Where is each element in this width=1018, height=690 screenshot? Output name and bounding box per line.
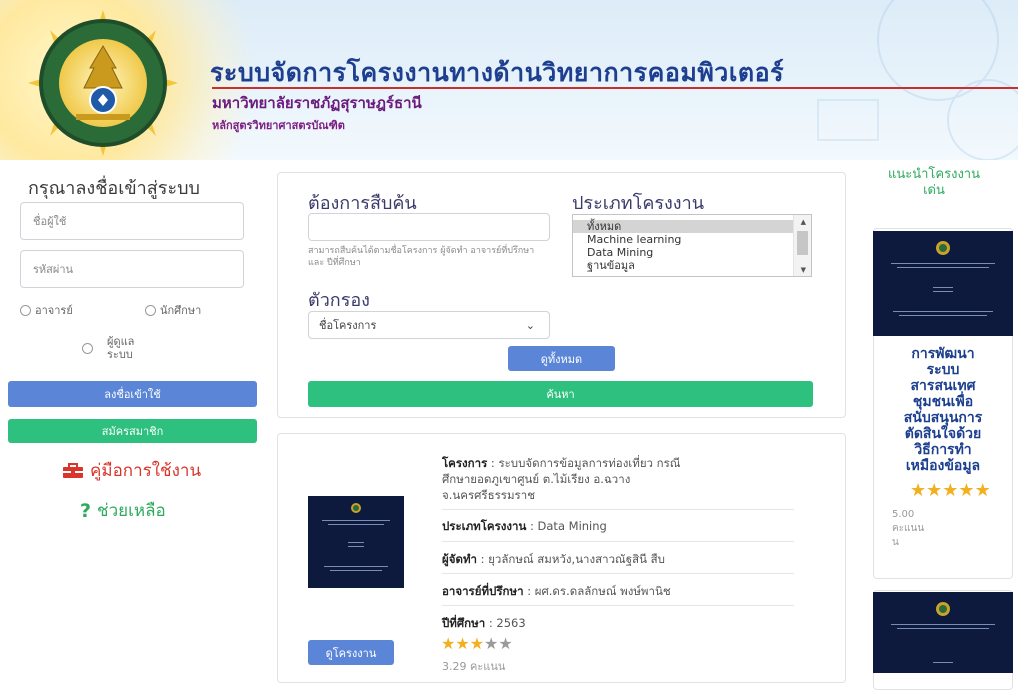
filter-selected-value: ชื่อโครงการ bbox=[319, 319, 377, 332]
filter-select[interactable]: ชื่อโครงการ ⌄ bbox=[308, 311, 550, 339]
project-year-label: ปีที่ศึกษา bbox=[442, 616, 486, 630]
project-type-label: ประเภทโครงงาน bbox=[572, 193, 705, 214]
recommend-title: แนะนำโครงงาน เด่น bbox=[850, 167, 1018, 199]
recommend-name-line: วิธีการทำ bbox=[914, 442, 972, 458]
view-project-button[interactable]: ดูโครงงาน bbox=[308, 640, 394, 665]
star-empty-icon: ★ bbox=[484, 634, 499, 653]
recommend-score-value: 5.00 bbox=[892, 509, 915, 520]
manual-link[interactable]: คู่มือการใช้งาน bbox=[62, 457, 201, 484]
radio-circle[interactable] bbox=[82, 342, 93, 354]
question-icon: ? bbox=[80, 499, 92, 522]
role-radio-admin[interactable]: ผู้ดูแล ระบบ bbox=[82, 335, 134, 361]
project-type-field-label: ประเภทโครงงาน bbox=[442, 519, 527, 533]
radio-circle[interactable] bbox=[145, 304, 156, 316]
scroll-down-icon[interactable]: ▼ bbox=[801, 266, 806, 274]
system-title: ระบบจัดการโครงงานทางด้านวิทยาการคอมพิวเต… bbox=[210, 58, 785, 87]
search-button[interactable]: ค้นหา bbox=[308, 381, 813, 407]
star-filled-icon: ★ bbox=[441, 634, 456, 653]
program-name: หลักสูตรวิทยาศาสตรบัณฑิต bbox=[212, 119, 345, 132]
search-hint: สามารถสืบค้นได้ตามชื่อโครงการ ผู้จัดทำ อ… bbox=[308, 246, 535, 268]
role-label-admin-2: ระบบ bbox=[107, 348, 133, 361]
project-type: ประเภทโครงงาน : Data Mining bbox=[442, 518, 607, 534]
recommend-rating-stars: ★★★★★ bbox=[910, 480, 991, 501]
star-filled-icon: ★ bbox=[455, 634, 470, 653]
divider bbox=[442, 541, 794, 542]
header-banner: ระบบจัดการโครงงานทางด้านวิทยาการคอมพิวเต… bbox=[0, 0, 1018, 160]
password-field[interactable]: รหัสผ่าน bbox=[20, 250, 244, 288]
toolbox-icon bbox=[63, 462, 83, 478]
role-label-admin-1: ผู้ดูแล bbox=[107, 335, 135, 348]
divider bbox=[442, 573, 794, 574]
divider bbox=[442, 509, 794, 510]
username-field[interactable]: ชื่อผู้ใช้ bbox=[20, 202, 244, 240]
register-button[interactable]: สมัครสมาชิก bbox=[8, 419, 257, 443]
star-filled-icon: ★ bbox=[958, 480, 975, 501]
recommend-score-unit: คะแนน bbox=[892, 523, 925, 534]
project-year: ปีที่ศึกษา : 2563 bbox=[442, 615, 526, 631]
help-link-label: ช่วยเหลือ bbox=[97, 501, 166, 521]
project-cover-thumbnail[interactable] bbox=[308, 496, 404, 588]
recommend-name-line: สารสนเทศ bbox=[910, 378, 976, 394]
role-radio-student[interactable]: นักศึกษา bbox=[145, 301, 201, 319]
project-type-option[interactable]: Machine learning bbox=[573, 233, 811, 246]
project-year-value: : 2563 bbox=[485, 616, 526, 630]
search-input[interactable] bbox=[308, 213, 550, 241]
project-authors-label: ผู้จัดทำ bbox=[442, 552, 477, 566]
project-type-listbox[interactable]: ทั้งหมด Machine learning Data Mining ฐาน… bbox=[572, 214, 812, 277]
project-advisor-label: อาจารย์ที่ปรึกษา bbox=[442, 584, 524, 598]
role-label-student: นักศึกษา bbox=[160, 304, 202, 317]
login-button[interactable]: ลงชื่อเข้าใช้ bbox=[8, 381, 257, 407]
recommend-project-name[interactable]: การพัฒนา ระบบ สารสนเทศ ชุมชนเพื่อ สนับสน… bbox=[876, 346, 1010, 474]
scroll-up-icon[interactable]: ▲ bbox=[801, 218, 806, 226]
chevron-down-icon: ⌄ bbox=[525, 319, 535, 332]
recommend-name-line: สนับสนุนการ bbox=[903, 410, 983, 426]
project-authors: ผู้จัดทำ : ยุวลักษณ์ สมหวัง,นางสาวณัฐสิน… bbox=[442, 551, 665, 567]
project-title: โครงการ : ระบบจัดการข้อมูลการท่องเที่ยว … bbox=[442, 455, 680, 471]
recommend-cover-thumbnail-2[interactable] bbox=[873, 592, 1013, 673]
recommend-title-line-2: เด่น bbox=[923, 183, 945, 198]
project-title-line-3: จ.นครศรีธรรมราช bbox=[442, 488, 535, 502]
listbox-scroll-thumb[interactable] bbox=[797, 231, 808, 255]
project-authors-value: : ยุวลักษณ์ สมหวัง,นางสาวณัฐสินี สืบ bbox=[476, 552, 665, 566]
filter-label: ตัวกรอง bbox=[308, 290, 370, 311]
star-filled-icon: ★ bbox=[942, 480, 959, 501]
view-all-button[interactable]: ดูทั้งหมด bbox=[508, 346, 615, 371]
star-filled-icon: ★ bbox=[974, 480, 991, 501]
project-title-label: โครงการ bbox=[442, 456, 488, 470]
university-logo bbox=[28, 10, 178, 156]
star-filled-icon: ★ bbox=[469, 634, 485, 653]
manual-link-label: คู่มือการใช้งาน bbox=[90, 461, 202, 481]
recommend-title-line-1: แนะนำโครงงาน bbox=[888, 167, 980, 182]
recommend-name-line: ตัดสินใจด้วย bbox=[904, 426, 982, 442]
radio-circle[interactable] bbox=[20, 304, 31, 316]
recommend-cover-thumbnail[interactable] bbox=[873, 231, 1013, 336]
recommend-score: 5.00 คะแนน น bbox=[892, 508, 942, 550]
project-title-line-1: : ระบบจัดการข้อมูลการท่องเที่ยว กรณี bbox=[487, 456, 681, 470]
project-type-value: : Data Mining bbox=[526, 519, 607, 533]
project-advisor: อาจารย์ที่ปรึกษา : ผศ.ดร.ดลลักษณ์ พงษ์พา… bbox=[442, 583, 671, 599]
recommend-name-line: ระบบ bbox=[926, 362, 960, 378]
university-name: มหาวิทยาลัยราชภัฏสุราษฎร์ธานี bbox=[212, 94, 422, 112]
project-title-line-2: ศึกษายอดภูเขาศูนย์ ต.ไม้เรียง อ.ฉวาง bbox=[442, 472, 631, 486]
project-type-option[interactable]: Data Mining bbox=[573, 246, 811, 259]
role-label-teacher: อาจารย์ bbox=[35, 304, 73, 317]
recommend-name-line: เหมืองข้อมูล bbox=[905, 458, 981, 474]
project-type-option[interactable]: ฐานข้อมูล bbox=[573, 259, 811, 272]
recommend-name-line: ชุมชนเพื่อ bbox=[912, 394, 974, 410]
title-underline bbox=[212, 87, 1018, 89]
login-title: กรุณาลงชื่อเข้าสู่ระบบ bbox=[28, 178, 200, 199]
star-empty-icon: ★ bbox=[498, 634, 513, 653]
role-radio-teacher[interactable]: อาจารย์ bbox=[20, 301, 73, 319]
project-advisor-value: : ผศ.ดร.ดลลักษณ์ พงษ์พานิช bbox=[523, 584, 671, 598]
star-filled-icon: ★ bbox=[926, 480, 943, 501]
project-type-option[interactable]: ทั้งหมด bbox=[573, 220, 811, 233]
recommend-name-line: การพัฒนา bbox=[911, 346, 975, 362]
divider bbox=[442, 605, 794, 606]
star-filled-icon: ★ bbox=[910, 480, 927, 501]
project-rating-stars: ★★★★★ bbox=[441, 634, 513, 653]
help-link[interactable]: ? ช่วยเหลือ bbox=[80, 497, 166, 524]
recommend-score-unit-wrap: น bbox=[892, 537, 899, 548]
